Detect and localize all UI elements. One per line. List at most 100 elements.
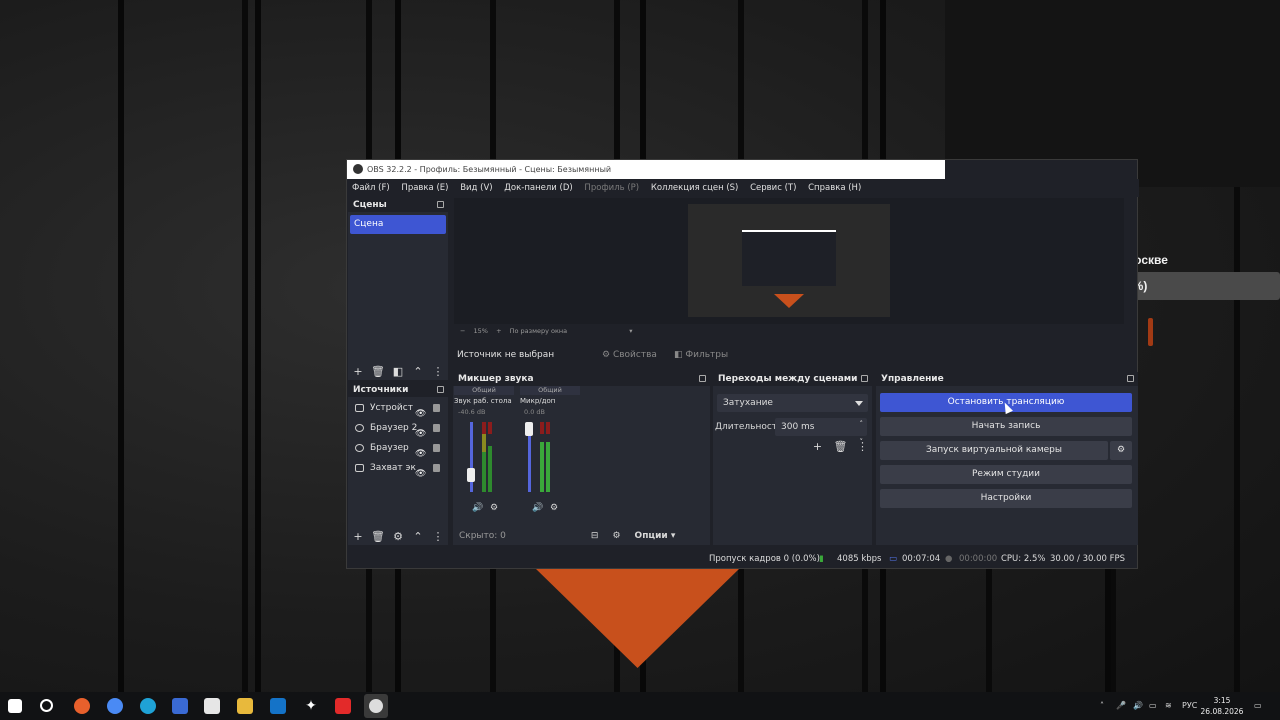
- microphone-icon[interactable]: 🎤: [1116, 692, 1126, 720]
- trash-icon[interactable]: 🗑: [368, 365, 388, 378]
- zoom-out-icon[interactable]: −: [460, 327, 465, 335]
- source-item[interactable]: Захват эк 👁: [348, 458, 448, 479]
- zoom-in-icon[interactable]: +: [496, 327, 501, 335]
- more-icon[interactable]: ⋮: [428, 365, 448, 378]
- language-indicator[interactable]: РУС: [1182, 692, 1197, 720]
- outlook-icon[interactable]: [270, 698, 286, 714]
- mixer-toolbar: Скрыто: 0 ⊟ ⚙ Опции ▾: [453, 527, 710, 545]
- sparkle-icon[interactable]: ✦: [303, 698, 319, 714]
- record-time: 00:00:00: [959, 554, 998, 564]
- settings-button[interactable]: Настройки: [880, 489, 1132, 508]
- start-record-button[interactable]: Начать запись: [880, 417, 1132, 436]
- preview-canvas[interactable]: [454, 198, 1124, 324]
- settings-icon[interactable]: ⚙: [550, 503, 558, 513]
- volume-slider-knob[interactable]: [525, 422, 533, 436]
- battery-icon[interactable]: ▭: [1149, 692, 1157, 720]
- clock-date: 26.08.2026: [1200, 707, 1244, 716]
- yandex-icon[interactable]: [335, 698, 351, 714]
- menu-tools[interactable]: Сервис (T): [750, 179, 796, 197]
- lock-icon[interactable]: [433, 404, 440, 412]
- gear-icon[interactable]: ⚙: [388, 530, 408, 543]
- scene-item[interactable]: Сцена: [350, 215, 446, 234]
- source-item[interactable]: Устройст 👁: [348, 398, 448, 419]
- advanced-icon[interactable]: ⚙: [612, 531, 620, 541]
- filter-icon: ◧: [674, 350, 686, 360]
- windows-start-icon[interactable]: [8, 699, 22, 713]
- save-icon[interactable]: [172, 698, 188, 714]
- settings-icon[interactable]: ⚙: [490, 503, 498, 513]
- more-icon[interactable]: ⋮: [428, 530, 448, 543]
- add-icon[interactable]: +: [813, 440, 822, 453]
- virtual-camera-settings-button[interactable]: ⚙: [1110, 441, 1132, 460]
- undock-icon[interactable]: [699, 375, 706, 382]
- camera-icon: [355, 404, 364, 412]
- chrome-icon[interactable]: [107, 698, 123, 714]
- source-item[interactable]: Браузер 👁: [348, 438, 448, 459]
- lock-icon[interactable]: [433, 464, 440, 472]
- channel-db: 0.0 dB: [524, 408, 545, 416]
- firefox-icon[interactable]: [74, 698, 90, 714]
- orange-mark: [1148, 318, 1153, 346]
- lock-icon[interactable]: [433, 424, 440, 432]
- undock-icon[interactable]: [861, 375, 868, 382]
- wifi-icon[interactable]: ≋: [1165, 692, 1172, 720]
- lock-icon[interactable]: [433, 444, 440, 452]
- meter-peak: [482, 422, 486, 434]
- window-titlebar[interactable]: OBS 32.2.2 - Профиль: Безымянный - Сцены…: [347, 160, 945, 179]
- add-icon[interactable]: +: [348, 365, 368, 378]
- wood-seam: [118, 0, 124, 692]
- sources-title: Источники: [353, 385, 409, 395]
- virtual-camera-button[interactable]: Запуск виртуальной камеры: [880, 441, 1108, 460]
- notification-icon[interactable]: ▭: [1254, 692, 1262, 720]
- menu-file[interactable]: Файл (F): [352, 179, 390, 197]
- chevron-up-icon[interactable]: ⌃: [408, 365, 428, 378]
- edge-icon[interactable]: [140, 698, 156, 714]
- duration-value: 300 ms: [781, 422, 815, 432]
- filter-icon[interactable]: ◧: [388, 365, 408, 378]
- menu-scene-collection[interactable]: Коллекция сцен (S): [651, 179, 739, 197]
- obs-taskbar-button[interactable]: [364, 694, 388, 718]
- chevron-up-icon[interactable]: ˄: [1100, 692, 1104, 720]
- layout-icon[interactable]: ⊟: [591, 531, 599, 541]
- undock-icon[interactable]: [437, 201, 444, 208]
- trash-icon[interactable]: 🗑: [368, 530, 388, 543]
- speaker-icon[interactable]: 🔊: [532, 503, 543, 513]
- trash-icon[interactable]: 🗑: [834, 440, 848, 453]
- transition-select[interactable]: Затухание: [717, 394, 868, 412]
- volume-slider-knob[interactable]: [467, 468, 475, 482]
- preview-zoom-bar: − 15% + По размеру окна ▾: [454, 325, 1124, 337]
- menu-edit[interactable]: Правка (E): [401, 179, 448, 197]
- filters-button[interactable]: ◧ Фильтры: [674, 346, 728, 364]
- dropped-frames: Пропуск кадров 0 (0.0%): [709, 554, 820, 564]
- channel-name[interactable]: Микр/доп: [520, 395, 580, 407]
- duration-spinbox[interactable]: 300 ms ˄ ˅: [775, 418, 867, 446]
- speaker-icon[interactable]: 🔊: [472, 503, 483, 513]
- chevron-up-icon[interactable]: ⌃: [408, 530, 428, 543]
- zoom-fit-select[interactable]: По размеру окна: [510, 327, 568, 335]
- more-icon[interactable]: ⋮: [857, 440, 868, 453]
- eye-icon[interactable]: 👁: [415, 464, 426, 484]
- search-icon[interactable]: [40, 699, 53, 712]
- undock-icon[interactable]: [437, 386, 444, 393]
- chevron-down-icon[interactable]: ▾: [629, 327, 632, 335]
- taskbar: ✦ ˄ 🎤 🔊 ▭ ≋ РУС 3:15 26.08.2026 ▭: [0, 692, 1280, 720]
- menu-profile[interactable]: Профиль (P): [584, 179, 639, 197]
- folder-icon[interactable]: [237, 698, 253, 714]
- store-icon[interactable]: [204, 698, 220, 714]
- source-item[interactable]: Браузер 2 👁: [348, 418, 448, 439]
- sound-icon[interactable]: 🔊: [1133, 692, 1143, 720]
- mixer-channel: Общий Микр/доп 0.0 dB 🔊 ⚙: [520, 386, 580, 516]
- properties-button[interactable]: ⚙ Свойства: [602, 346, 657, 364]
- options-button[interactable]: Опции ▾: [635, 531, 676, 541]
- clock[interactable]: 3:15 26.08.2026: [1200, 695, 1244, 717]
- undock-icon[interactable]: [1127, 375, 1134, 382]
- menu-docks[interactable]: Док-панели (D): [504, 179, 572, 197]
- context-bar: Источник не выбран ⚙ Свойства ◧ Фильтры: [454, 346, 1138, 364]
- transition-value: Затухание: [723, 398, 773, 408]
- channel-name[interactable]: Звук раб. стола: [454, 395, 514, 407]
- menu-view[interactable]: Вид (V): [460, 179, 492, 197]
- menu-help[interactable]: Справка (H): [808, 179, 861, 197]
- studio-mode-button[interactable]: Режим студии: [880, 465, 1132, 484]
- scenes-dock: Сцены Сцена + 🗑 ◧ ⌃ ⋮: [348, 198, 448, 380]
- add-icon[interactable]: +: [348, 530, 368, 543]
